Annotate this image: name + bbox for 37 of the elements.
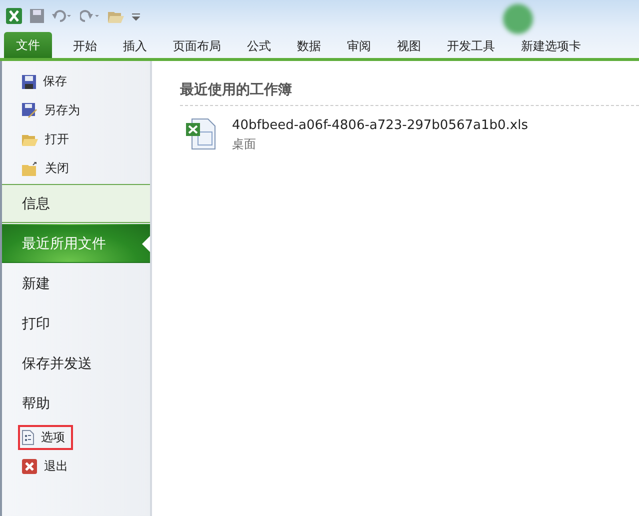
close-icon bbox=[22, 459, 37, 474]
file-name[interactable]: 40bfbeed-a06f-4806-a723-297b0567a1b0.xls bbox=[232, 118, 528, 133]
floppy-pencil-icon bbox=[22, 103, 37, 118]
excel-logo-icon[interactable] bbox=[6, 8, 22, 24]
ribbon-tab[interactable]: 开始 bbox=[60, 34, 110, 58]
ribbon-tab[interactable]: 数据 bbox=[284, 34, 334, 58]
menu-item[interactable]: 保存 bbox=[18, 69, 75, 94]
menu-item[interactable]: 选项 bbox=[18, 425, 73, 450]
menu-item[interactable]: 打印 bbox=[2, 304, 150, 343]
menu-item[interactable]: 退出 bbox=[18, 454, 76, 479]
ribbon-tab[interactable]: 文件 bbox=[4, 32, 52, 58]
spreadsheet-file-icon[interactable] bbox=[186, 118, 216, 150]
ribbon-tab[interactable]: 审阅 bbox=[334, 34, 384, 58]
avatar-icon bbox=[503, 4, 533, 34]
menu-item[interactable]: 保存并发送 bbox=[2, 344, 150, 383]
menu-item[interactable]: 信息 bbox=[2, 184, 150, 223]
section-heading: 最近使用的工作簿 bbox=[180, 81, 639, 106]
ribbon-tab[interactable]: 插入 bbox=[110, 34, 160, 58]
ribbon-tab[interactable]: 视图 bbox=[384, 34, 434, 58]
ribbon-tab[interactable]: 公式 bbox=[234, 34, 284, 58]
folder-icon bbox=[22, 162, 38, 176]
menu-item[interactable]: 新建 bbox=[2, 264, 150, 303]
menu-item[interactable]: 关闭 bbox=[18, 156, 77, 181]
menu-item[interactable]: 帮助 bbox=[2, 384, 150, 423]
open-folder-icon bbox=[22, 133, 38, 146]
redo-icon[interactable] bbox=[80, 10, 100, 22]
menu-item[interactable]: 最近所用文件 bbox=[2, 224, 150, 263]
menu-item[interactable]: 另存为 bbox=[18, 98, 88, 123]
open-folder-icon[interactable] bbox=[108, 10, 124, 22]
file-location: 桌面 bbox=[232, 136, 257, 153]
menu-item[interactable]: 打开 bbox=[18, 127, 77, 152]
ribbon-tab[interactable]: 开发工具 bbox=[434, 34, 508, 58]
customize-icon[interactable] bbox=[132, 11, 140, 21]
undo-icon[interactable] bbox=[52, 10, 72, 22]
ribbon-tab[interactable]: 页面布局 bbox=[160, 34, 234, 58]
ribbon-tab[interactable]: 新建选项卡 bbox=[508, 34, 594, 58]
document-icon bbox=[22, 430, 34, 445]
